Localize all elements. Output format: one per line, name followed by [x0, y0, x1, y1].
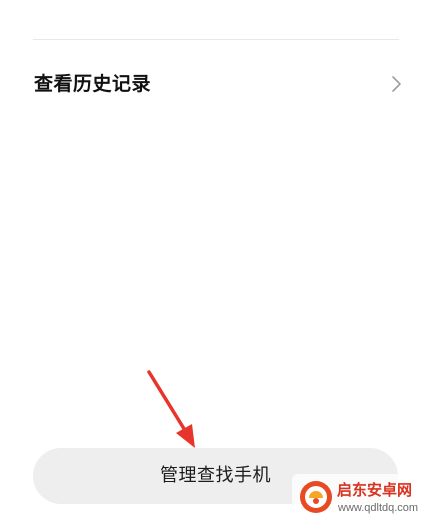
- watermark-title: 启东安卓网: [337, 481, 413, 499]
- qidong-logo-icon: [298, 479, 334, 515]
- red-arrow-icon: [140, 366, 202, 450]
- watermark: 启东安卓网 www.qdltdq.com: [292, 474, 425, 522]
- view-history-label: 查看历史记录: [34, 73, 152, 95]
- chevron-right-icon: [386, 74, 406, 94]
- watermark-url: www.qdltdq.com: [338, 502, 419, 514]
- divider: [33, 39, 399, 40]
- view-history-row[interactable]: 查看历史记录: [0, 55, 425, 115]
- screen: 查看历史记录 管理查找手机 启东安卓网 www.qdltdq.com: [0, 0, 425, 522]
